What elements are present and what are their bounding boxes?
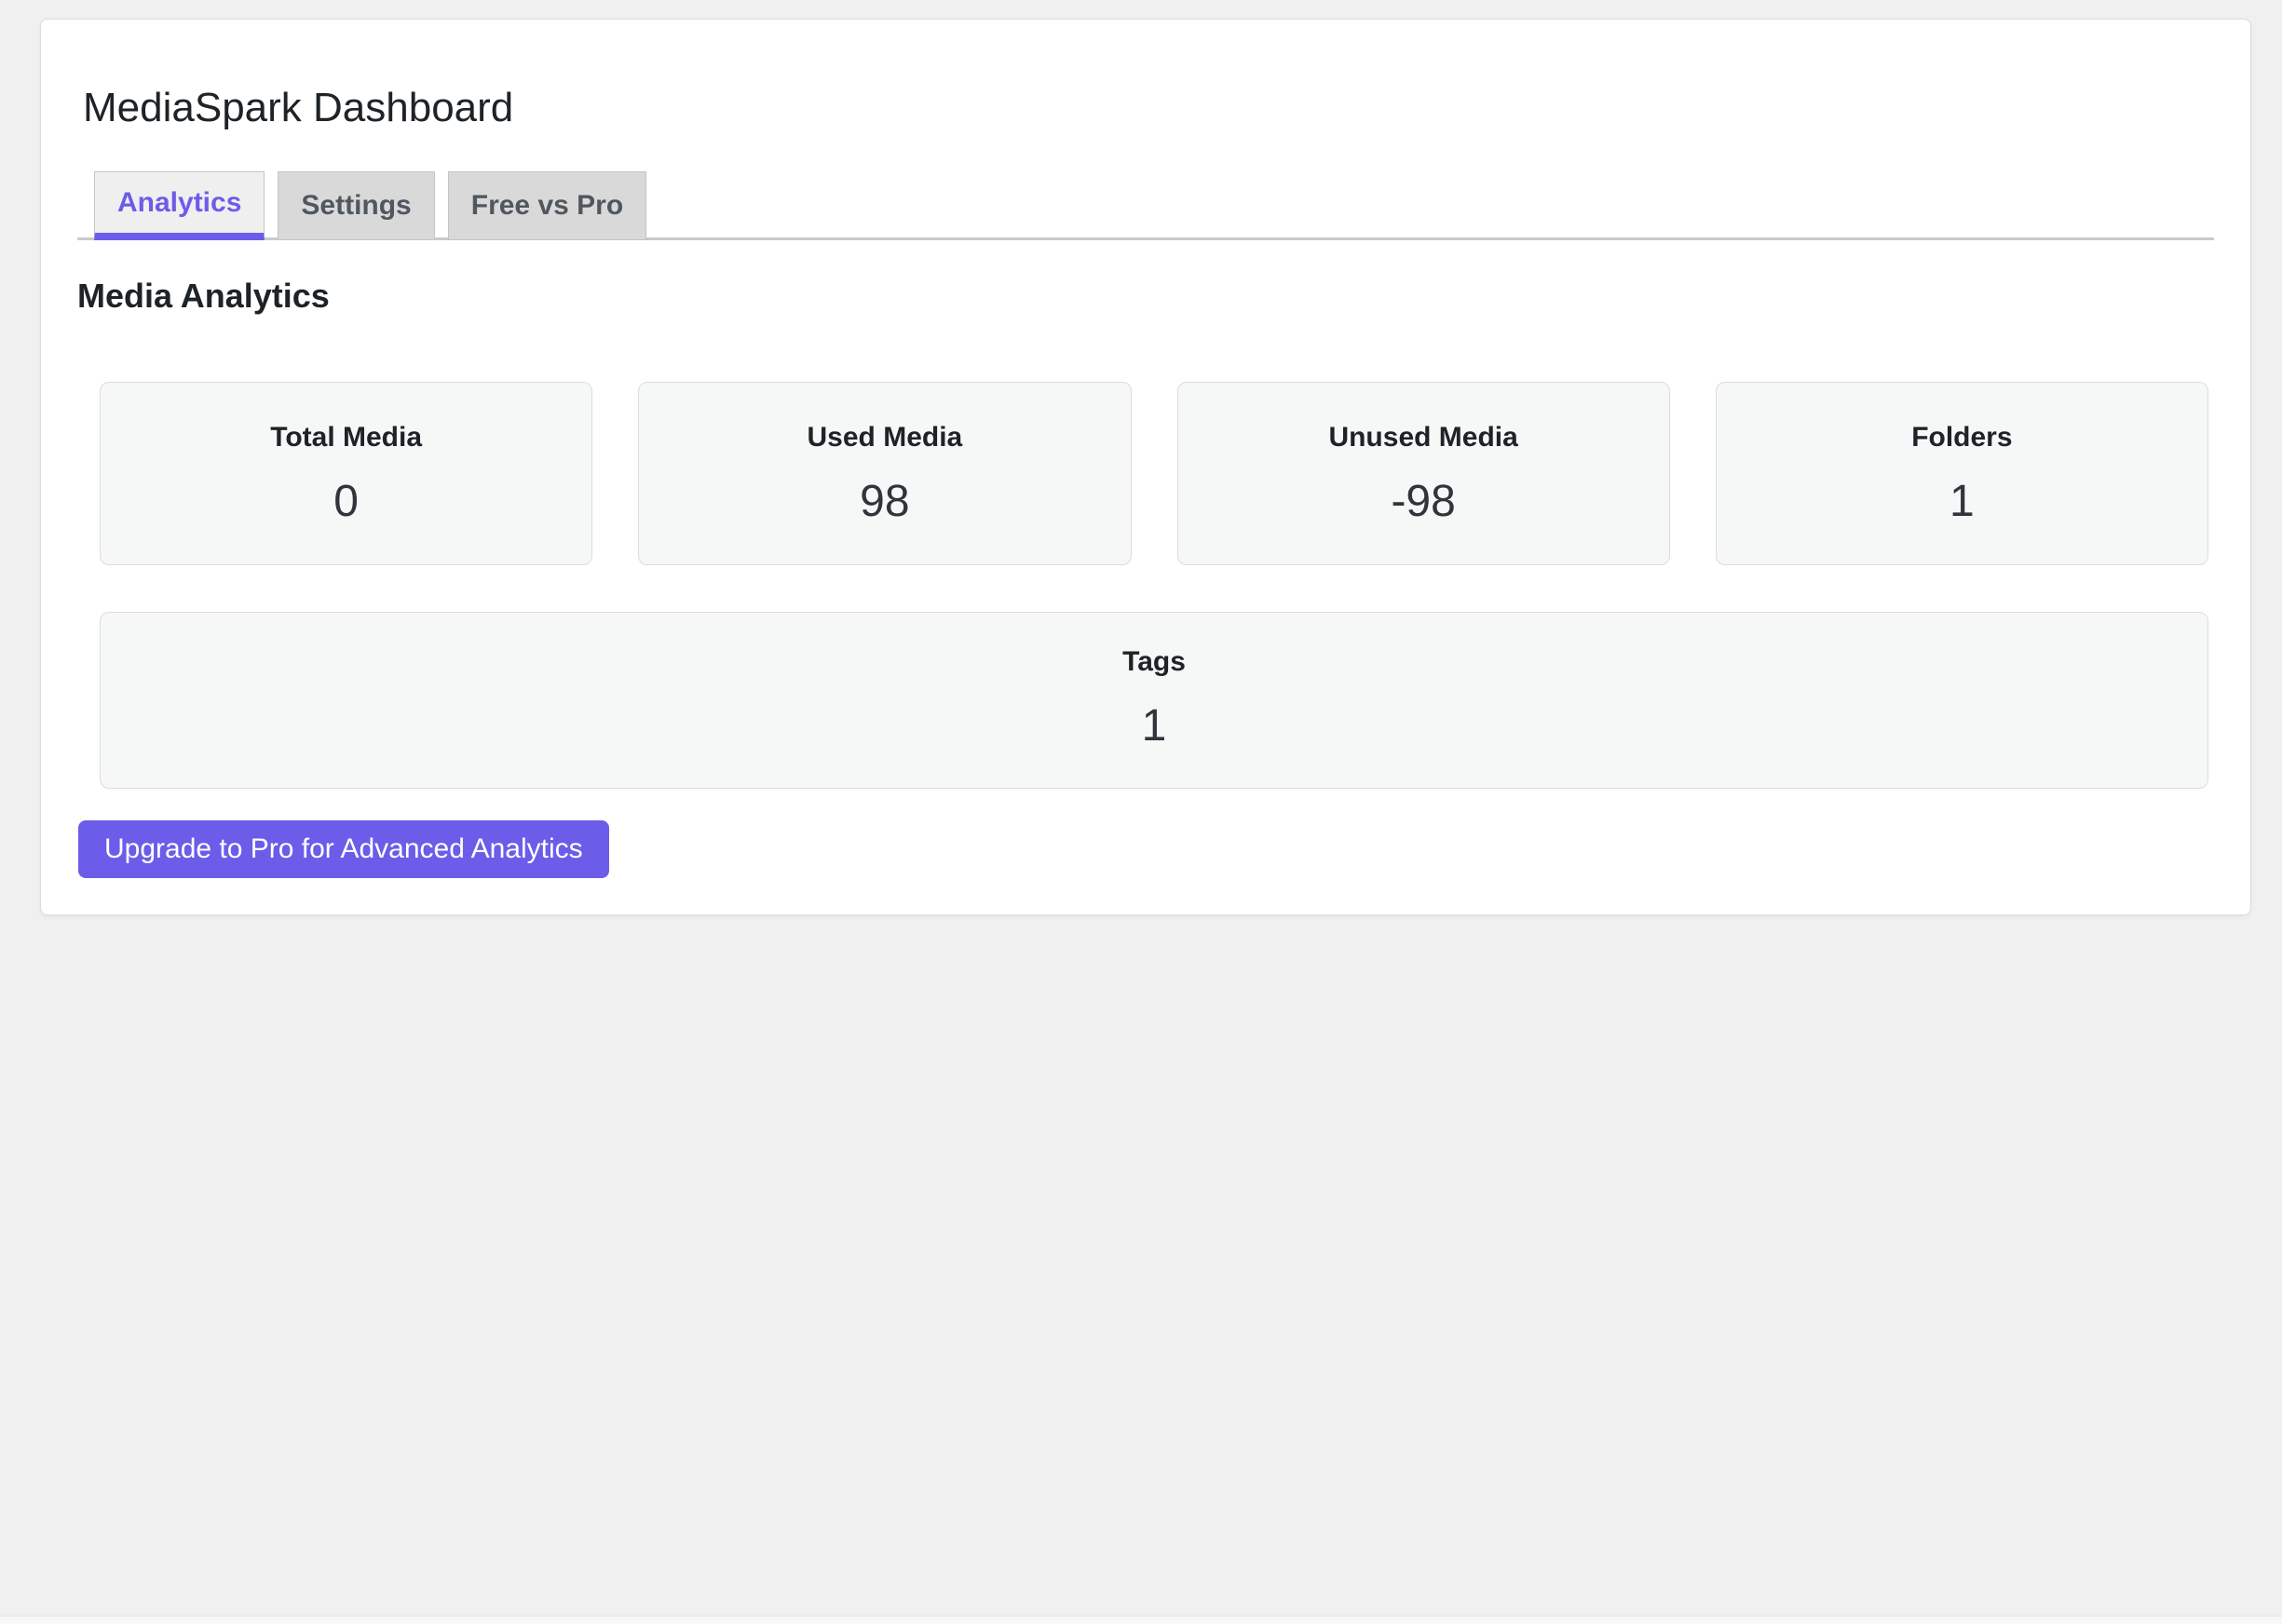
- stat-card-used-media: Used Media 98: [638, 382, 1131, 565]
- dashboard-panel: MediaSpark Dashboard Analytics Settings …: [40, 19, 2251, 915]
- tags-label: Tags: [1122, 646, 1186, 678]
- stat-value: 0: [333, 476, 359, 527]
- tags-value: 1: [1142, 700, 1167, 751]
- upgrade-pro-button[interactable]: Upgrade to Pro for Advanced Analytics: [78, 820, 609, 878]
- stat-value: 1: [1949, 476, 1975, 527]
- section-heading-media-analytics: Media Analytics: [77, 277, 2208, 315]
- stat-label: Folders: [1911, 422, 2012, 453]
- stat-label: Total Media: [270, 422, 422, 453]
- stat-label: Used Media: [808, 422, 963, 453]
- tab-free-vs-pro[interactable]: Free vs Pro: [448, 171, 646, 240]
- page-title: MediaSpark Dashboard: [83, 20, 2208, 131]
- stat-label: Unused Media: [1328, 422, 1517, 453]
- bottom-strip: [0, 1616, 2282, 1624]
- tab-settings[interactable]: Settings: [278, 171, 434, 240]
- stat-value: -98: [1391, 476, 1455, 527]
- stat-card-folders: Folders 1: [1716, 382, 2208, 565]
- stat-card-total-media: Total Media 0: [100, 382, 592, 565]
- tab-bar: Analytics Settings Free vs Pro: [83, 171, 2208, 240]
- page: { "header": { "title": "MediaSpark Dashb…: [0, 0, 2282, 1624]
- stats-grid: Total Media 0 Used Media 98 Unused Media…: [100, 382, 2208, 565]
- tab-analytics[interactable]: Analytics: [94, 171, 265, 240]
- tags-card: Tags 1: [100, 612, 2208, 789]
- stat-card-unused-media: Unused Media -98: [1177, 382, 1670, 565]
- stat-value: 98: [860, 476, 909, 527]
